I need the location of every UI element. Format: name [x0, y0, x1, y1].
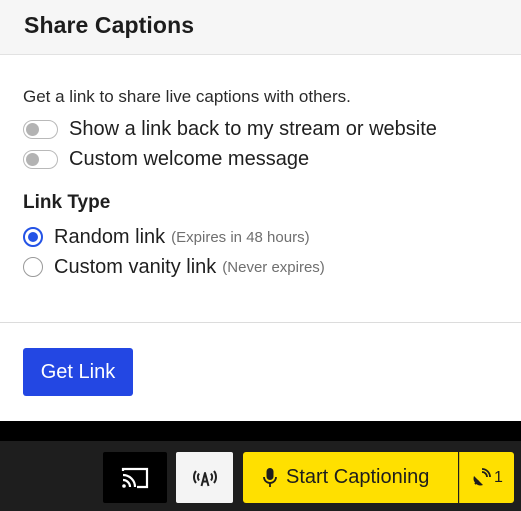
live-caption-icon-button[interactable]	[176, 452, 233, 503]
listeners-count: 1	[494, 468, 503, 486]
link-back-switch[interactable]	[23, 119, 58, 139]
vanity-link-note: (Never expires)	[222, 258, 325, 276]
vanity-link-radio[interactable]	[23, 257, 43, 277]
cast-button[interactable]	[103, 452, 167, 503]
dialog-body: Get a link to share live captions with o…	[0, 55, 521, 282]
random-link-radio[interactable]	[23, 227, 43, 247]
start-captioning-label: Start Captioning	[286, 466, 430, 488]
cast-icon	[121, 467, 149, 488]
satellite-dish-icon	[473, 467, 491, 485]
get-link-button[interactable]: Get Link	[23, 348, 133, 396]
dialog-divider	[0, 322, 521, 323]
link-type-heading: Link Type	[23, 192, 111, 213]
toggle-list: Show a link back to my stream or website…	[23, 115, 497, 173]
welcome-message-label: Custom welcome message	[69, 147, 310, 170]
switch-knob	[26, 152, 39, 166]
link-type-options: Random link (Expires in 48 hours) Custom…	[23, 222, 497, 282]
welcome-message-switch[interactable]	[23, 149, 58, 169]
microphone-icon	[263, 467, 277, 487]
toggle-link-back-row[interactable]: Show a link back to my stream or website	[23, 115, 497, 143]
random-link-label: Random link	[54, 225, 166, 248]
radio-random-link-row[interactable]: Random link (Expires in 48 hours)	[23, 222, 497, 252]
share-captions-dialog: Share Captions Get a link to share live …	[0, 0, 521, 421]
random-link-note: (Expires in 48 hours)	[171, 228, 310, 246]
radio-vanity-link-row[interactable]: Custom vanity link (Never expires)	[23, 252, 497, 282]
broadcast-a-icon	[192, 469, 217, 486]
bottom-toolbar: Start Captioning 1	[0, 441, 521, 511]
listeners-button[interactable]: 1	[459, 452, 514, 503]
toggle-welcome-message-row[interactable]: Custom welcome message	[23, 145, 497, 173]
vanity-link-label: Custom vanity link	[54, 255, 217, 278]
dialog-description: Get a link to share live captions with o…	[23, 87, 351, 106]
link-back-label: Show a link back to my stream or website	[69, 117, 437, 140]
start-captioning-button[interactable]: Start Captioning	[243, 452, 458, 503]
dialog-title: Share Captions	[24, 12, 195, 38]
dialog-header: Share Captions	[0, 0, 521, 55]
dialog-bottom-gap	[0, 421, 521, 441]
switch-knob	[26, 122, 39, 136]
radio-dot	[28, 232, 38, 242]
